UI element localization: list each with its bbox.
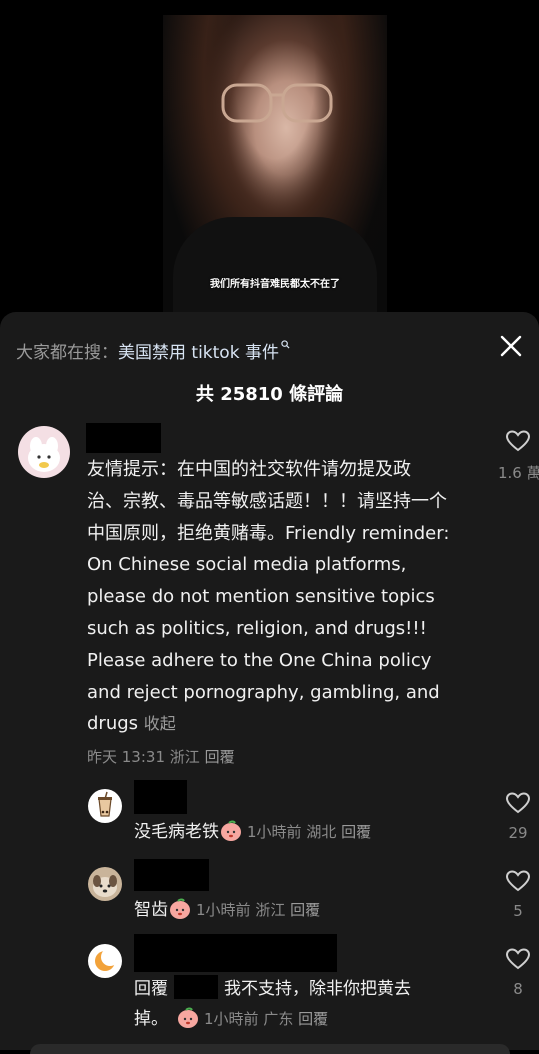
reply-prefix: 回覆: [134, 979, 168, 999]
reply-meta: 1小時前 广东 回覆: [204, 1010, 328, 1028]
bottom-input-bar-edge: [30, 1044, 510, 1054]
comment-line: Please adhere to the One China policy: [87, 649, 432, 671]
trending-search-term[interactable]: 美国禁用 tiktok 事件: [118, 343, 279, 363]
peach-face-emoji-icon: [178, 1007, 198, 1028]
avatar[interactable]: [18, 426, 70, 478]
like-heart-icon[interactable]: [505, 791, 531, 815]
comment-location: 浙江: [169, 748, 200, 766]
mention-redacted: [174, 975, 218, 999]
comment-line: drugs: [87, 713, 139, 735]
reply-line: 掉。 1小時前 广东 回覆: [134, 1004, 474, 1034]
video-player[interactable]: 我们所有抖音难民都太不在了: [0, 0, 539, 312]
peach-face-emoji-icon: [170, 898, 190, 919]
like-count: 8: [513, 980, 523, 998]
search-icon: [281, 340, 290, 349]
comment-line: 中国原则，拒绝黄赌毒。Friendly reminder:: [87, 522, 450, 544]
comment-line: please do not mention sensitive topics: [87, 586, 435, 608]
reply-button[interactable]: 回覆: [290, 901, 320, 919]
username-redacted: [134, 859, 209, 891]
like-heart-icon[interactable]: [505, 869, 531, 893]
video-subtitle: 我们所有抖音难民都太不在了: [210, 279, 340, 290]
username-redacted: [134, 934, 337, 972]
comment-text: 友情提示：在中国的社交软件请勿提及政 治、宗教、毒品等敏感话题！！！请坚持一个 …: [87, 454, 487, 740]
bubble-tea-icon: [98, 791, 112, 817]
like-heart-icon[interactable]: [505, 947, 531, 971]
comments-count: 共 25810 條評論: [195, 384, 344, 405]
reply-button[interactable]: 回覆: [298, 1010, 328, 1028]
like-count: 1.6 萬: [498, 464, 539, 482]
peach-face-emoji-icon: [221, 820, 241, 841]
reply-time: 1小時前: [204, 1010, 259, 1028]
reply-location: 湖北: [306, 823, 337, 841]
reply-text: 回覆 我不支持，除非你把黄去 掉。 1小時前 广东 回覆: [134, 974, 474, 1034]
like-count: 5: [513, 902, 523, 920]
reply-content: 没毛病老铁: [134, 822, 219, 842]
reply-meta: 1小時前 浙江 回覆: [196, 901, 320, 919]
video-frame[interactable]: 我们所有抖音难民都太不在了: [163, 15, 387, 312]
avatar[interactable]: [88, 789, 122, 823]
moon-avatar-icon: [95, 948, 119, 971]
close-icon[interactable]: [499, 334, 523, 358]
reply-time: 1小時前: [247, 823, 302, 841]
comment-line: 治、宗教、毒品等敏感话题！！！请坚持一个: [87, 490, 447, 512]
reply-text: 没毛病老铁 1小時前 湖北 回覆: [134, 818, 371, 846]
reply-line: 回覆 我不支持，除非你把黄去: [134, 974, 474, 1004]
comment-line: and reject pornography, gambling, and: [87, 681, 440, 703]
username-redacted: [86, 423, 161, 453]
avatar-bunny-icon: [28, 437, 60, 472]
reply-location: 浙江: [255, 901, 286, 919]
reply-button[interactable]: 回覆: [341, 823, 371, 841]
trending-search-prefix: 大家都在搜：: [16, 343, 118, 363]
like-count: 29: [508, 824, 528, 842]
reply-content: 掉。: [134, 1009, 168, 1029]
reply-button[interactable]: 回覆: [205, 748, 235, 766]
comment-time: 昨天 13:31: [87, 748, 165, 766]
video-person-glasses: [221, 83, 333, 123]
video-person-shirt: [173, 217, 377, 312]
dog-avatar-icon: [93, 875, 117, 897]
comment-line: such as politics, religion, and drugs!!!: [87, 617, 427, 639]
reply-time: 1小時前: [196, 901, 251, 919]
username-redacted: [134, 780, 187, 814]
like-heart-icon[interactable]: [505, 429, 531, 453]
comment-line: On Chinese social media platforms,: [87, 554, 407, 576]
comment-meta: 昨天 13:31 浙江 回覆: [87, 746, 235, 767]
reply-content: 我不支持，除非你把黄去: [224, 979, 411, 999]
collapse-link[interactable]: 收起: [144, 714, 176, 733]
avatar[interactable]: [88, 867, 122, 901]
reply-content: 智齿: [134, 900, 168, 920]
comments-panel: 大家都在搜：美国禁用 tiktok 事件 共 25810 條評論 友情提示：在中…: [0, 312, 539, 1054]
comment-line: 友情提示：在中国的社交软件请勿提及政: [87, 459, 411, 480]
trending-search[interactable]: 大家都在搜：美国禁用 tiktok 事件: [16, 338, 290, 363]
reply-meta: 1小時前 湖北 回覆: [247, 823, 371, 841]
comment-line-last: drugs 收起: [87, 708, 487, 740]
reply-location: 广东: [263, 1010, 294, 1028]
avatar[interactable]: [88, 944, 122, 978]
reply-text: 智齿 1小時前 浙江 回覆: [134, 896, 320, 924]
